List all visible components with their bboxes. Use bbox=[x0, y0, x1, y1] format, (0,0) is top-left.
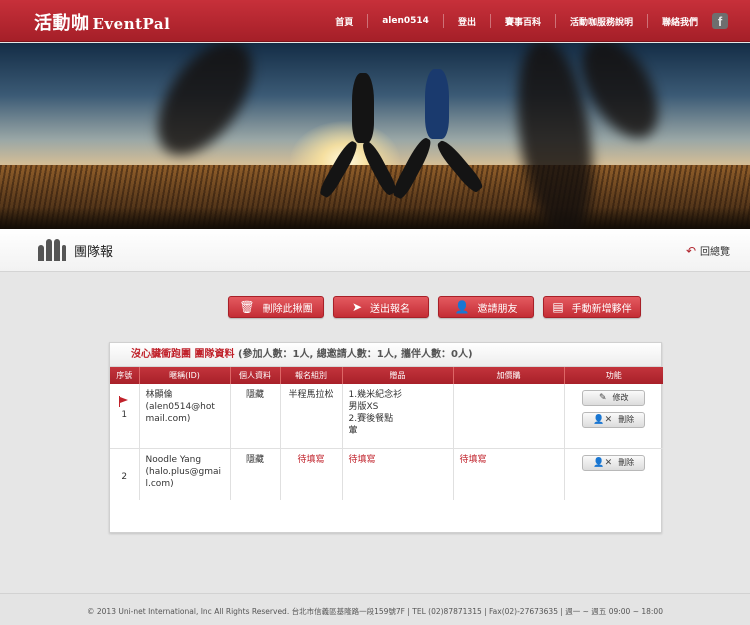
submit-registration-button[interactable]: ➤ 送出報名 bbox=[333, 296, 429, 318]
logo-cn: 活動咖 bbox=[34, 13, 90, 34]
nav-user-account[interactable]: alen0514 bbox=[382, 16, 429, 26]
gift-line: 1.幾米紀念衫 bbox=[348, 390, 403, 400]
col-header: 序號 bbox=[110, 367, 140, 384]
facebook-icon[interactable]: f bbox=[712, 13, 728, 29]
delete-member-button[interactable]: 👤✕ 刪除 bbox=[582, 454, 646, 471]
site-logo[interactable]: 活動咖 EventPal bbox=[34, 9, 170, 35]
add-partner-manually-button[interactable]: ▤ 手動新增夥伴 bbox=[543, 296, 641, 318]
logo-en: EventPal bbox=[92, 15, 171, 33]
col-header: 贈品 bbox=[342, 367, 454, 384]
runner-silhouette bbox=[425, 69, 449, 139]
delete-team-label: 刪除此揪團 bbox=[262, 303, 313, 315]
group-cell: 待填寫 bbox=[280, 448, 343, 500]
nav-divider bbox=[367, 14, 369, 28]
hero-banner bbox=[0, 43, 750, 229]
edit-label: 修改 bbox=[612, 393, 629, 402]
action-buttons: 🗑 刪除此揪團 ➤ 送出報名 👤 邀請朋友 ▤ 手動新增夥伴 bbox=[0, 296, 750, 318]
nav-home[interactable]: 首頁 bbox=[335, 15, 353, 28]
page-footer: © 2013 Uni-net International, Inc All Ri… bbox=[0, 593, 750, 625]
col-header: 暱稱(ID) bbox=[139, 367, 231, 384]
banner-ground bbox=[0, 207, 750, 229]
col-header: 報名組別 bbox=[280, 367, 343, 384]
invite-friends-button[interactable]: 👤 邀請朋友 bbox=[438, 296, 534, 318]
member-name: Noodle Yang bbox=[145, 454, 202, 465]
col-header: 功能 bbox=[564, 367, 663, 384]
addon-cell: 待填寫 bbox=[453, 448, 565, 500]
table-row: 2 Noodle Yang (halo.plus@gmail.com) 隱藏 待… bbox=[110, 448, 663, 500]
edit-member-button[interactable]: ✎ 修改 bbox=[582, 390, 646, 406]
nav-contact[interactable]: 聯絡我們 bbox=[662, 15, 698, 28]
member-id: (halo.plus@gmail.com) bbox=[145, 466, 222, 489]
row-number: 2 bbox=[121, 471, 128, 482]
nav-encyclopedia[interactable]: 賽事百科 bbox=[505, 15, 541, 28]
profile-cell: 隱藏 bbox=[230, 384, 281, 449]
main-nav: 首頁 alen0514 登出 賽事百科 活動咖服務說明 聯絡我們 f bbox=[335, 0, 728, 42]
profile-cell: 隱藏 bbox=[230, 448, 281, 500]
gift-cell: 1.幾米紀念衫 男版XS 2.賽後餐點 葷 bbox=[342, 384, 454, 449]
gift-cell: 待填寫 bbox=[342, 448, 454, 500]
group-cell: 半程馬拉松 bbox=[280, 384, 343, 449]
panel-header: 沒心臟衝跑團 團隊資料 (參加人數：1人, 總邀請人數：1人, 攜伴人數：0人) bbox=[110, 343, 661, 367]
pencil-icon: ✎ bbox=[598, 393, 607, 403]
footer-copyright: © 2013 Uni-net International, Inc All Ri… bbox=[87, 607, 663, 616]
col-header: 個人資料 bbox=[230, 367, 281, 384]
row-number-cell: 2 bbox=[110, 448, 140, 500]
actions-cell: ✎ 修改 👤✕ 刪除 bbox=[564, 384, 663, 449]
nav-logout[interactable]: 登出 bbox=[458, 15, 476, 28]
nav-divider bbox=[489, 14, 491, 28]
member-name: 林顯倫 bbox=[145, 390, 173, 400]
row-number: 1 bbox=[121, 410, 128, 420]
remove-user-icon: 👤✕ bbox=[593, 457, 613, 468]
add-user-icon: 👤 bbox=[454, 300, 470, 314]
team-stats: (參加人數：1人, 總邀請人數：1人, 攜伴人數：0人) bbox=[237, 349, 473, 360]
page-title: 團隊報 bbox=[74, 245, 114, 260]
leader-flag-icon bbox=[118, 396, 130, 407]
table-header-row: 序號 暱稱(ID) 個人資料 報名組別 贈品 加價購 功能 bbox=[110, 367, 663, 384]
nav-divider bbox=[442, 14, 444, 28]
foreground-blur bbox=[139, 43, 271, 172]
gift-line: 葷 bbox=[348, 426, 358, 436]
delete-label: 刪除 bbox=[618, 457, 635, 467]
back-to-overview-link[interactable]: ↶ 回總覽 bbox=[685, 243, 730, 259]
add-manual-label: 手動新增夥伴 bbox=[571, 303, 632, 315]
page-title-bar: 團隊報 ↶ 回總覽 bbox=[0, 229, 750, 272]
delete-label: 刪除 bbox=[618, 415, 635, 424]
paper-plane-icon: ➤ bbox=[351, 300, 363, 314]
delete-member-button[interactable]: 👤✕ 刪除 bbox=[582, 412, 646, 428]
back-link-label: 回總覽 bbox=[700, 247, 730, 258]
gift-line: 男版XS bbox=[348, 402, 379, 412]
invite-label: 邀請朋友 bbox=[477, 303, 518, 315]
team-icon bbox=[38, 239, 66, 261]
name-cell: 林顯倫 (alen0514@hotmail.com) bbox=[139, 384, 231, 449]
name-cell: Noodle Yang (halo.plus@gmail.com) bbox=[139, 448, 231, 500]
addon-cell bbox=[453, 384, 565, 449]
row-number-cell: 1 bbox=[110, 384, 140, 449]
back-arrow-icon: ↶ bbox=[685, 243, 696, 258]
document-icon: ▤ bbox=[552, 300, 564, 314]
nav-service-info[interactable]: 活動咖服務說明 bbox=[570, 15, 633, 28]
remove-user-icon: 👤✕ bbox=[593, 415, 613, 425]
team-name: 沒心臟衝跑團 團隊資料 bbox=[131, 349, 235, 360]
table-row: 1 林顯倫 (alen0514@hotmail.com) 隱藏 半程馬拉松 1.… bbox=[110, 384, 663, 449]
submit-label: 送出報名 bbox=[370, 303, 411, 315]
nav-divider bbox=[646, 14, 648, 28]
team-members-table: 序號 暱稱(ID) 個人資料 報名組別 贈品 加價購 功能 1 林顯倫 (ale… bbox=[110, 367, 663, 500]
trash-icon: 🗑 bbox=[239, 300, 255, 314]
top-navbar: 活動咖 EventPal 首頁 alen0514 登出 賽事百科 活動咖服務說明 … bbox=[0, 0, 750, 42]
team-data-panel: 沒心臟衝跑團 團隊資料 (參加人數：1人, 總邀請人數：1人, 攜伴人數：0人)… bbox=[109, 342, 663, 533]
runner-silhouette bbox=[352, 73, 374, 143]
delete-team-button[interactable]: 🗑 刪除此揪團 bbox=[228, 296, 324, 318]
actions-cell: 👤✕ 刪除 bbox=[564, 448, 663, 500]
nav-divider bbox=[554, 14, 556, 28]
gift-line: 2.賽後餐點 bbox=[348, 414, 394, 424]
member-id: (alen0514@hotmail.com) bbox=[145, 402, 215, 424]
col-header: 加價購 bbox=[453, 367, 565, 384]
